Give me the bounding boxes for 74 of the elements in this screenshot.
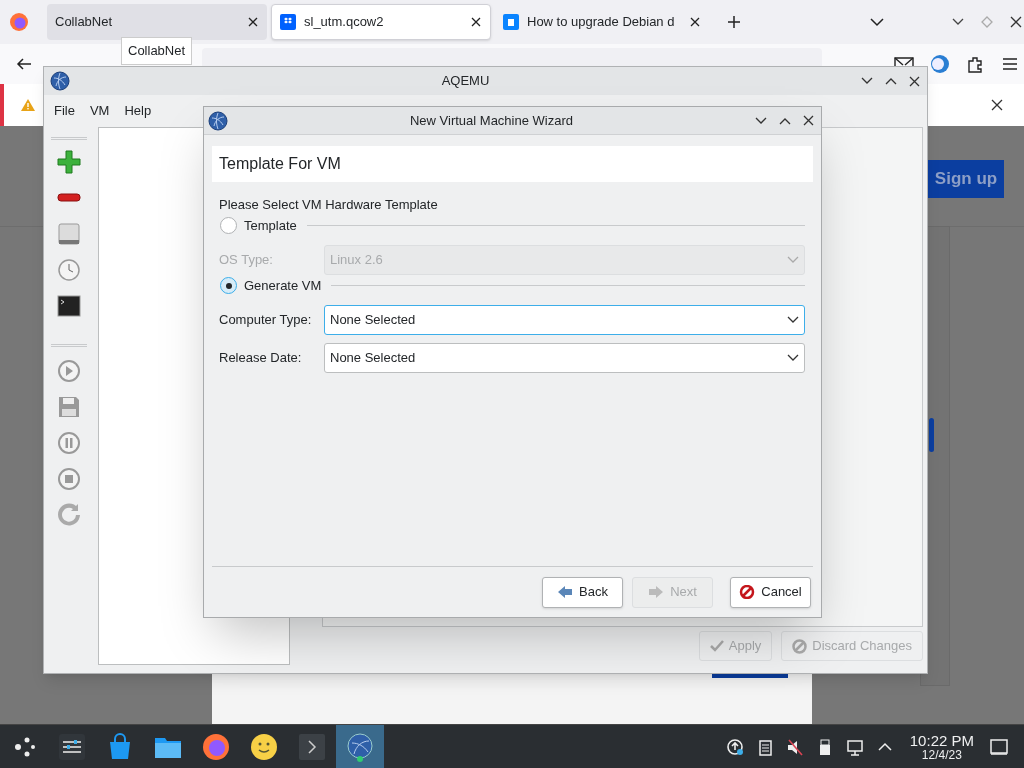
show-desktop-icon[interactable] xyxy=(990,737,1008,756)
radio-button[interactable] xyxy=(220,277,237,294)
browser-tab[interactable]: CollabNet xyxy=(47,4,267,40)
stop-icon[interactable] xyxy=(57,467,81,491)
minimize-icon[interactable] xyxy=(861,77,873,85)
speaker-muted-icon[interactable] xyxy=(785,737,804,756)
pause-icon[interactable] xyxy=(57,431,81,455)
app-logo-icon xyxy=(208,110,228,131)
dropdown[interactable]: None Selected xyxy=(324,304,805,335)
terminal-icon[interactable] xyxy=(57,294,81,318)
browser-tab[interactable]: How to upgrade Debian d xyxy=(495,4,709,40)
browser-logo-icon[interactable] xyxy=(9,12,29,32)
window-title: AQEMU xyxy=(440,72,491,91)
browser-logo-icon[interactable] xyxy=(201,731,231,762)
window-title: New Virtual Machine Wizard xyxy=(408,111,574,130)
field-label: Release Date: xyxy=(219,348,303,367)
mail-icon[interactable] xyxy=(894,56,914,66)
close-icon[interactable] xyxy=(470,16,482,28)
next-arrow-icon xyxy=(648,585,665,599)
plus-icon[interactable] xyxy=(727,15,741,29)
field-label: Computer Type: xyxy=(219,310,313,329)
cancel-button[interactable]: Cancel xyxy=(730,576,811,608)
close-icon[interactable] xyxy=(1010,16,1022,28)
prompt-text: Please Select VM Hardware Template xyxy=(219,196,439,214)
menu-item[interactable]: Help xyxy=(118,101,158,121)
menu-icon[interactable] xyxy=(1002,57,1018,71)
dropdown[interactable]: None Selected xyxy=(324,342,805,373)
smiley-icon[interactable] xyxy=(249,731,279,762)
clock-time[interactable]: 10:22 PM xyxy=(909,732,974,748)
plus-icon[interactable] xyxy=(57,150,81,174)
back-button[interactable]: Back xyxy=(542,576,623,608)
clock-date[interactable]: 12/4/23 xyxy=(921,748,962,761)
account-icon[interactable] xyxy=(930,54,950,74)
minimize-icon[interactable] xyxy=(952,18,964,26)
maximize-icon[interactable] xyxy=(779,116,791,125)
drive-icon[interactable] xyxy=(57,222,81,246)
prohibited-icon xyxy=(792,638,808,654)
app-logo-icon xyxy=(50,71,70,91)
clock-icon[interactable] xyxy=(57,258,81,282)
option-label: Template xyxy=(244,216,297,235)
check-icon xyxy=(709,640,724,652)
close-icon[interactable] xyxy=(803,115,814,126)
chevron-down-icon xyxy=(787,315,799,324)
maximize-icon[interactable] xyxy=(885,77,897,85)
box-icon xyxy=(280,14,296,30)
update-icon[interactable] xyxy=(725,737,744,756)
site-icon xyxy=(503,14,519,30)
warning-icon xyxy=(20,98,36,112)
close-icon[interactable] xyxy=(689,16,701,28)
url-field[interactable] xyxy=(202,48,822,66)
back-arrow-icon[interactable] xyxy=(16,56,32,72)
sign-up-button[interactable]: Sign up xyxy=(928,160,1004,198)
close-icon[interactable] xyxy=(247,16,259,28)
prohibited-icon xyxy=(739,585,756,599)
chevron-down-icon[interactable] xyxy=(870,17,884,27)
sliders-icon[interactable] xyxy=(57,731,87,762)
page-heading: Template For VM xyxy=(212,146,813,182)
option-label: Generate VM xyxy=(244,276,322,295)
chevron-down-icon xyxy=(787,255,799,264)
tooltip: CollabNet xyxy=(121,37,193,65)
close-icon[interactable] xyxy=(909,75,920,87)
radio-button[interactable] xyxy=(220,217,237,234)
close-icon[interactable] xyxy=(991,99,1003,111)
menu-item[interactable]: File xyxy=(48,101,81,121)
minimize-icon[interactable] xyxy=(755,116,767,125)
puzzle-icon[interactable] xyxy=(966,55,984,73)
network-icon[interactable] xyxy=(845,737,864,756)
back-arrow-icon xyxy=(557,585,574,599)
field-label: OS Type: xyxy=(219,250,274,269)
browser-tab[interactable]: sl_utm.qcow2 xyxy=(271,4,491,40)
app-logo-icon[interactable] xyxy=(345,731,375,762)
play-icon[interactable] xyxy=(57,359,81,383)
menu-item[interactable]: VM xyxy=(83,101,116,121)
chevron-down-icon xyxy=(787,353,799,362)
